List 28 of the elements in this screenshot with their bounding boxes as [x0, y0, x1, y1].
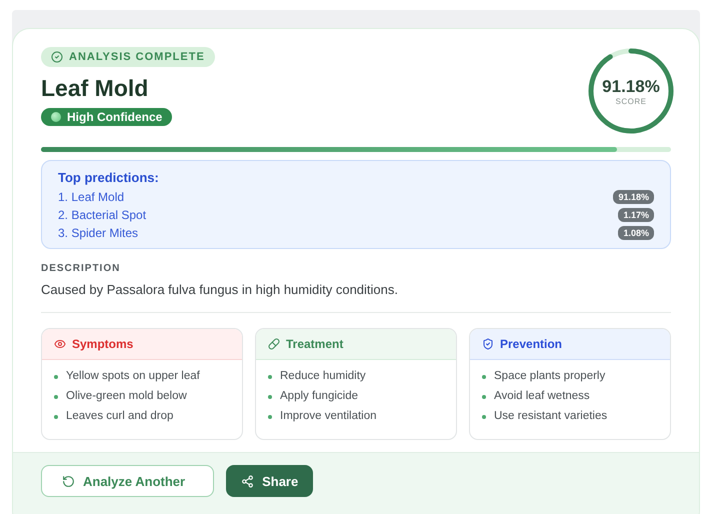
- status-text: ANALYSIS COMPLETE: [69, 51, 205, 63]
- predictions-heading: Top predictions:: [58, 170, 160, 185]
- panel-item: Use resistant varieties: [494, 409, 608, 424]
- panel-item: Avoid leaf wetness: [494, 389, 590, 404]
- panel-item: Yellow spots on upper leaf: [66, 369, 200, 384]
- prediction-label: 3. Spider Mites: [58, 226, 138, 240]
- panel-title: Treatment: [286, 337, 344, 351]
- panel-title: Prevention: [500, 337, 562, 351]
- score-label: SCORE: [616, 96, 646, 106]
- panel-item: Reduce humidity: [280, 369, 366, 384]
- prediction-label: 2. Bacterial Spot: [58, 208, 146, 222]
- panel-item: Improve ventilation: [280, 409, 377, 424]
- score-value: 91.18%: [602, 76, 660, 96]
- description-heading: DESCRIPTION: [41, 263, 122, 274]
- description-text: Caused by Passalora fulva fungus in high humidity conditions.: [41, 282, 671, 313]
- prediction-label: 1. Leaf Mold: [58, 190, 124, 204]
- panel-item: Leaves curl and drop: [66, 409, 174, 424]
- prediction-score: 1.08%: [618, 226, 654, 240]
- prediction-score: 1.17%: [618, 208, 654, 222]
- confidence-text: High Confidence: [67, 110, 162, 124]
- analyze-button[interactable]: Analyze Another: [41, 465, 214, 497]
- panel-item: Apply fungicide: [280, 389, 358, 404]
- panel-item: Space plants properly: [494, 369, 606, 384]
- prediction-score: 91.18%: [613, 190, 654, 204]
- share-button[interactable]: Share: [226, 465, 314, 497]
- panel-item: Olive-green mold below: [66, 389, 187, 404]
- disease-title: Leaf Mold: [41, 75, 148, 102]
- panel-title: Symptoms: [72, 337, 134, 351]
